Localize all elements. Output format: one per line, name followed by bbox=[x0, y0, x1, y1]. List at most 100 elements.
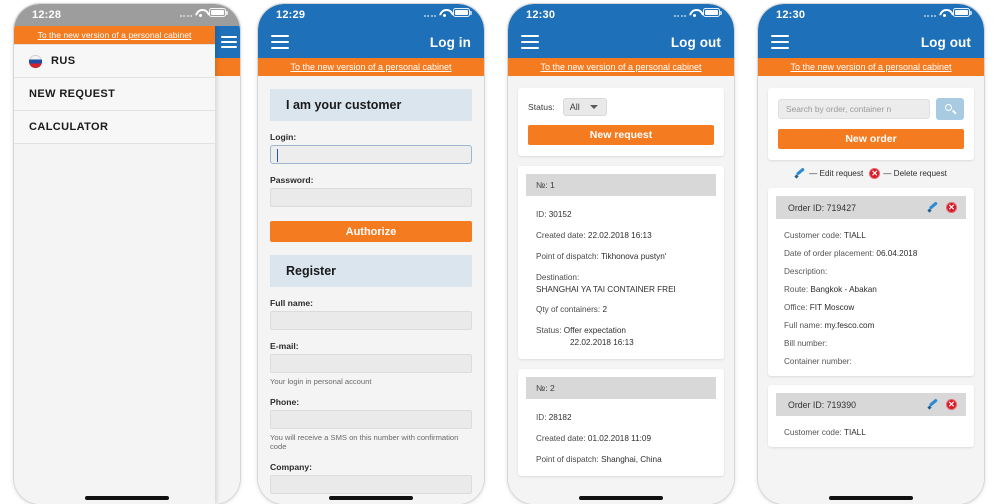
order-route-value: Bangkok - Abakan bbox=[810, 285, 877, 294]
search-button[interactable] bbox=[936, 98, 964, 120]
request-dispatch-label: Point of dispatch: bbox=[536, 251, 599, 261]
edit-order-icon[interactable] bbox=[928, 202, 939, 213]
russia-flag-icon bbox=[29, 54, 42, 68]
request-created-value: 22.02.2018 16:13 bbox=[587, 230, 652, 240]
phone-input[interactable] bbox=[270, 410, 472, 429]
request-dispatch-label: Point of dispatch: bbox=[536, 454, 599, 464]
promo-bar: To the new version of a personal cabinet bbox=[258, 58, 484, 76]
underlying-hamburger-menu-icon[interactable] bbox=[221, 36, 237, 48]
email-hint: Your login in personal account bbox=[270, 377, 372, 386]
order-details: Customer code: TIALL Date of order place… bbox=[768, 219, 974, 376]
delete-circle-icon: ✕ bbox=[869, 168, 881, 179]
company-input[interactable] bbox=[270, 475, 472, 494]
hamburger-menu-icon[interactable] bbox=[271, 35, 289, 49]
login-input[interactable] bbox=[270, 145, 472, 164]
wifi-icon bbox=[689, 9, 700, 17]
order-id-value: 719427 bbox=[826, 202, 856, 213]
login-button[interactable]: Log in bbox=[430, 35, 471, 50]
wifi-icon bbox=[939, 9, 950, 17]
status-bar: 12:29 bbox=[258, 4, 484, 26]
legend-delete-label: — Delete request bbox=[883, 169, 947, 178]
signal-dots-icon bbox=[423, 9, 436, 17]
text-caret bbox=[277, 149, 279, 162]
new-request-button[interactable]: New request bbox=[528, 125, 714, 145]
request-destination-value: SHANGHAI YA TAI CONTAINER FREI bbox=[536, 284, 676, 294]
request-id-row: ID: 30152 bbox=[536, 209, 706, 221]
status-indicators bbox=[673, 8, 722, 17]
search-row: Search by order, container n bbox=[778, 98, 964, 120]
request-id-row: ID: 28182 bbox=[536, 412, 706, 424]
phone-screen-requests: 12:30 Log out To the new version of a pe… bbox=[508, 4, 734, 504]
order-card[interactable]: Order ID: 719427 ✕ Customer code: TIALL … bbox=[768, 188, 974, 376]
delete-order-icon[interactable]: ✕ bbox=[946, 202, 957, 213]
password-input[interactable] bbox=[270, 188, 472, 207]
search-card: Search by order, container n New order bbox=[768, 88, 974, 160]
order-card[interactable]: Order ID: 719390 ✕ Customer code: TIALL bbox=[768, 385, 974, 447]
request-id-label: ID: bbox=[536, 413, 547, 423]
filter-card: Status: All New request bbox=[518, 88, 724, 156]
status-filter-value: All bbox=[569, 102, 580, 112]
request-qty-value: 2 bbox=[602, 305, 608, 315]
edit-order-icon[interactable] bbox=[928, 399, 939, 410]
drawer-item-calculator[interactable]: CALCULATOR bbox=[14, 111, 215, 144]
order-office-label: Office: bbox=[784, 303, 808, 312]
request-card[interactable]: №: 2 ID: 28182 Created date: 01.02.2018 … bbox=[518, 369, 724, 476]
fullname-input[interactable] bbox=[270, 311, 472, 330]
promo-bar: To the new version of a personal cabinet bbox=[758, 58, 984, 76]
phone-label: Phone: bbox=[270, 397, 300, 407]
logout-button[interactable]: Log out bbox=[671, 35, 721, 50]
drawer-screen-body: To the new version of a personal cabinet… bbox=[14, 26, 240, 504]
fullname-label: Full name: bbox=[270, 298, 313, 308]
screenshot-stage: 12:28 To the new version of a personal c… bbox=[0, 0, 998, 504]
hamburger-menu-icon[interactable] bbox=[771, 35, 789, 49]
authorize-button[interactable]: Authorize bbox=[270, 221, 472, 242]
hamburger-menu-icon[interactable] bbox=[521, 35, 539, 49]
drawer-item-label: RUS bbox=[51, 55, 76, 67]
battery-icon bbox=[453, 8, 472, 17]
status-filter-select[interactable]: All bbox=[562, 98, 607, 116]
promo-bar: To the new version of a personal cabinet bbox=[508, 58, 734, 76]
status-time: 12:28 bbox=[32, 9, 62, 21]
order-route-label: Route: bbox=[784, 285, 809, 294]
order-details: Customer code: TIALL bbox=[768, 416, 974, 447]
request-number-header: №: 2 bbox=[526, 377, 716, 400]
order-card-header: Order ID: 719427 ✕ bbox=[776, 196, 966, 219]
status-indicators bbox=[423, 8, 472, 17]
logout-button[interactable]: Log out bbox=[921, 35, 971, 50]
delete-order-icon[interactable]: ✕ bbox=[946, 399, 957, 410]
legend-edit: — Edit request bbox=[795, 168, 863, 179]
promo-bar: To the new version of a personal cabinet bbox=[14, 26, 215, 44]
request-card[interactable]: №: 1 ID: 30152 Created date: 22.02.2018 … bbox=[518, 166, 724, 360]
promo-link[interactable]: To the new version of a personal cabinet bbox=[290, 62, 451, 72]
request-created-row: Created date: 01.02.2018 11:09 bbox=[536, 433, 706, 445]
app-bar: Log in bbox=[258, 26, 484, 58]
order-container-label: Container number: bbox=[784, 357, 852, 366]
promo-link[interactable]: To the new version of a personal cabinet bbox=[790, 62, 951, 72]
battery-icon bbox=[953, 8, 972, 17]
home-indicator bbox=[329, 496, 413, 500]
email-label: E-mail: bbox=[270, 341, 299, 351]
request-number-header: №: 1 bbox=[526, 174, 716, 196]
promo-link[interactable]: To the new version of a personal cabinet bbox=[540, 62, 701, 72]
request-dispatch-row: Point of dispatch: Tikhonova pustyn' bbox=[536, 251, 706, 263]
order-id-title: Order ID: 719427 bbox=[788, 203, 856, 213]
request-status-value: Offer expectation bbox=[563, 326, 626, 336]
search-input[interactable]: Search by order, container n bbox=[778, 99, 930, 119]
promo-link[interactable]: To the new version of a personal cabinet bbox=[38, 30, 192, 40]
new-order-button[interactable]: New order bbox=[778, 129, 964, 149]
drawer-item-new-request[interactable]: NEW REQUEST bbox=[14, 78, 215, 111]
phone-screen-orders: 12:30 Log out To the new version of a pe… bbox=[758, 4, 984, 504]
order-bill-label: Bill number: bbox=[784, 339, 828, 348]
register-section-title: Register bbox=[270, 255, 472, 287]
company-label: Company: bbox=[270, 462, 313, 472]
order-office-value: FIT Moscow bbox=[809, 303, 855, 312]
drawer-item-language[interactable]: RUS bbox=[14, 44, 215, 78]
status-bar: 12:28 bbox=[14, 4, 240, 26]
wifi-icon bbox=[439, 9, 450, 17]
signal-dots-icon bbox=[673, 9, 686, 17]
status-bar: 12:30 bbox=[758, 4, 984, 26]
request-status-row: Status: Offer expectation 22.02.2018 16:… bbox=[536, 325, 706, 349]
email-input[interactable] bbox=[270, 354, 472, 373]
order-office-row: Office: FIT Moscow bbox=[784, 303, 958, 312]
order-id-title: Order ID: 719390 bbox=[788, 400, 856, 410]
